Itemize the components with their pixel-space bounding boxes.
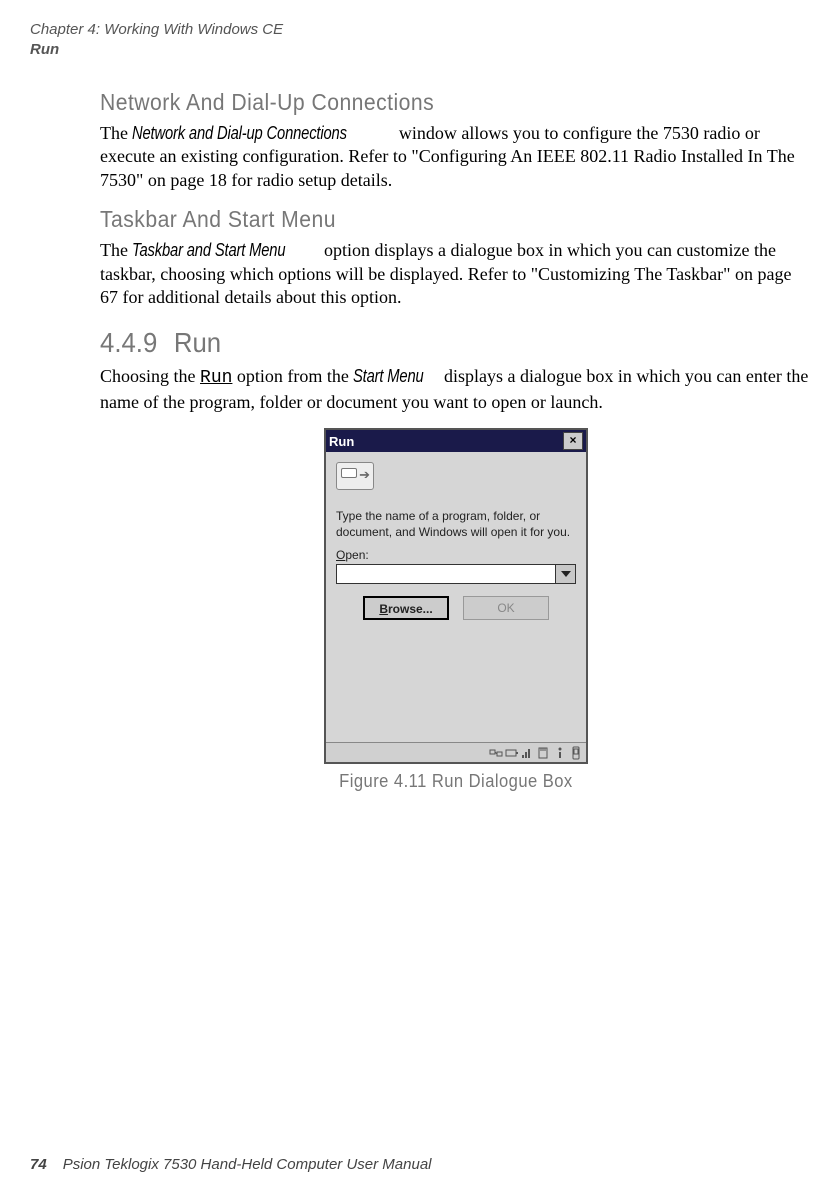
header-sub-line: Run (30, 40, 812, 60)
emphasis-net-connections: Network and Dial-up Connections (132, 122, 347, 145)
dropdown-arrow-icon[interactable] (556, 564, 576, 584)
page-header: Chapter 4: Working With Windows CE Run (30, 20, 812, 59)
run-dialog-window: Run × Type the name of a program, folder… (324, 428, 588, 764)
chapter-line: Chapter 4: Working With Windows CE (30, 20, 812, 40)
section-title-taskbar: Taskbar And Start Menu (100, 206, 755, 233)
system-tray (326, 742, 586, 762)
signal-icon (521, 746, 535, 760)
section-title-run: 4.4.9Run (100, 327, 755, 359)
close-button[interactable]: × (563, 432, 583, 450)
open-label: Open: (336, 548, 576, 562)
open-combobox[interactable] (336, 564, 576, 584)
paragraph-network: The Network and Dial-up Connections wind… (100, 122, 812, 192)
dialog-prompt-text: Type the name of a program, folder, or d… (336, 509, 576, 540)
card-icon (537, 746, 551, 760)
emphasis-start-menu: Start Menu (353, 365, 424, 388)
paragraph-taskbar: The Taskbar and Start Menu option displa… (100, 239, 812, 309)
info-icon (553, 746, 567, 760)
browse-button[interactable]: Browse... (363, 596, 449, 620)
run-icon (336, 462, 374, 490)
battery-icon (505, 746, 519, 760)
device-icon (569, 746, 583, 760)
ok-button[interactable]: OK (463, 596, 549, 620)
dialog-title: Run (329, 434, 354, 449)
page-number: 74 (30, 1156, 47, 1173)
figure-caption: Figure 4.11 Run Dialogue Box (339, 771, 573, 792)
section-title-network: Network And Dial-Up Connections (100, 89, 755, 116)
network-icon (489, 746, 503, 760)
page-footer: 74 Psion Teklogix 7530 Hand-Held Computer… (30, 1156, 432, 1173)
run-option-text: Run (200, 368, 232, 388)
open-input[interactable] (336, 564, 556, 584)
paragraph-run: Choosing the Run option from the Start M… (100, 365, 812, 414)
emphasis-taskbar-menu: Taskbar and Start Menu (132, 239, 285, 262)
footer-text: Psion Teklogix 7530 Hand-Held Computer U… (63, 1156, 432, 1173)
dialog-titlebar: Run × (326, 430, 586, 452)
